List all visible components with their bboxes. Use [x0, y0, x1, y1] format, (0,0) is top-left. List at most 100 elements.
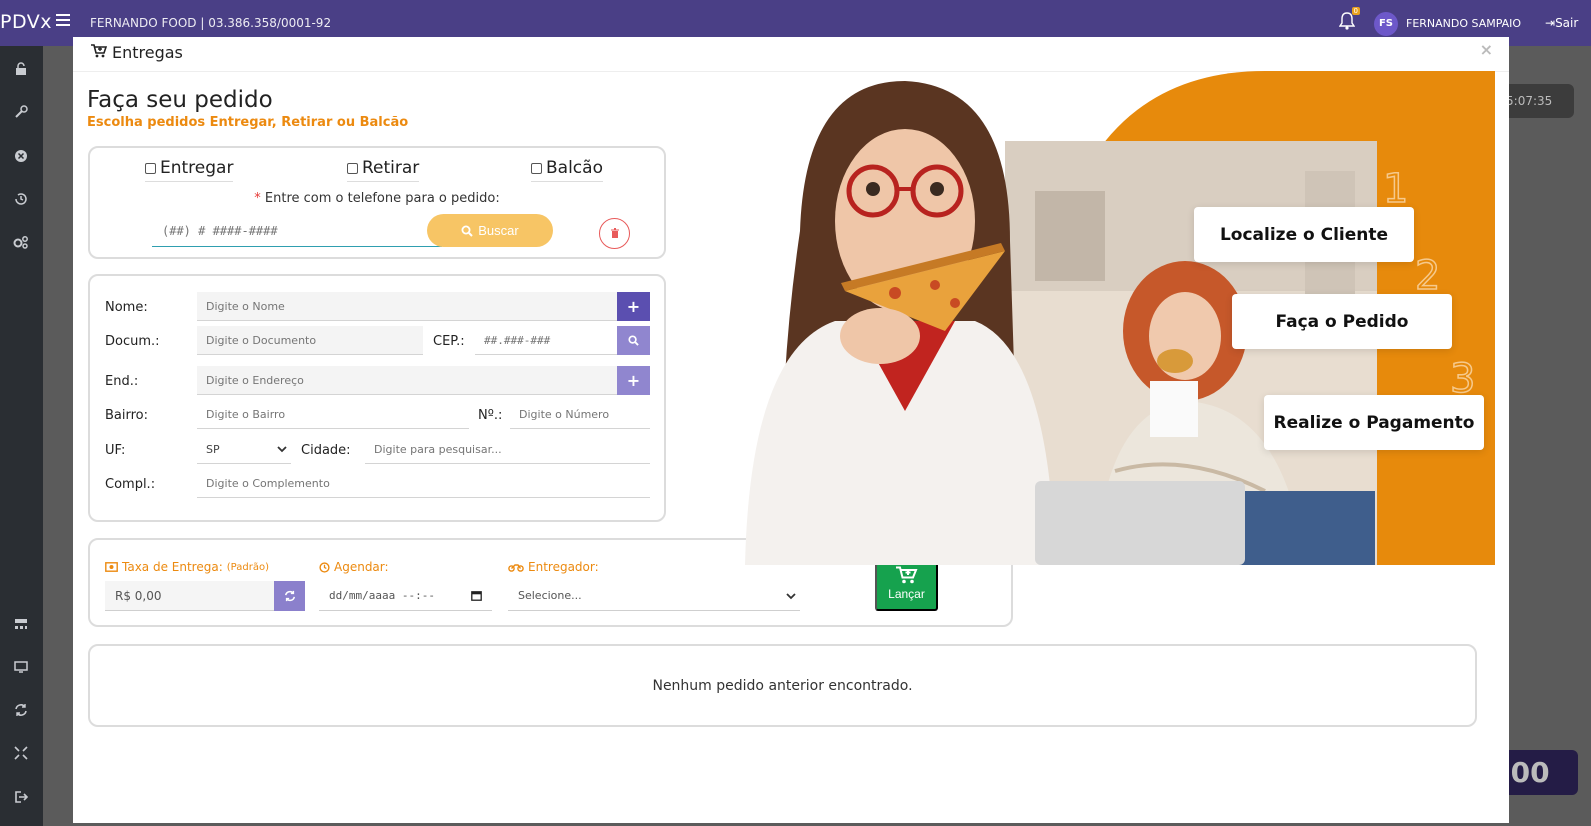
calendar-icon[interactable]: [471, 590, 482, 601]
complemento-input[interactable]: [197, 469, 650, 498]
refresh-fee-button[interactable]: [274, 581, 305, 611]
page-title: Faça seu pedido: [87, 87, 273, 113]
app-brand[interactable]: PDVx: [0, 11, 52, 33]
chevron-down-icon: [277, 446, 287, 453]
entregador-label: Entregador:: [508, 560, 599, 574]
phone-label-text: Entre com o telefone para o pedido:: [264, 191, 500, 206]
bairro-label: Bairro:: [105, 408, 149, 423]
sign-out-icon[interactable]: [12, 790, 30, 808]
checkbox-box[interactable]: [531, 162, 542, 174]
user-name[interactable]: FERNANDO SAMPAIO: [1406, 17, 1521, 30]
phone-input[interactable]: [152, 216, 442, 247]
sitemap-icon[interactable]: [12, 617, 30, 635]
checkbox-retirar[interactable]: Retirar: [347, 158, 420, 182]
step-label: Realize o Pagamento: [1273, 412, 1475, 433]
nome-label: Nome:: [105, 300, 148, 315]
numero-input[interactable]: [510, 400, 650, 429]
phone-label: * Entre com o telefone para o pedido:: [90, 191, 664, 206]
expand-icon[interactable]: [12, 746, 30, 764]
uf-select[interactable]: SP: [197, 435, 291, 464]
documento-label: Docum.:: [105, 334, 160, 349]
refresh-icon[interactable]: [12, 703, 30, 721]
taxa-note: (Padrão): [226, 561, 269, 573]
taxa-label-text: Taxa de Entrega:: [122, 560, 223, 574]
page-subtitle: Escolha pedidos Entregar, Retirar ou Bal…: [87, 115, 409, 130]
user-avatar[interactable]: FS: [1374, 12, 1398, 36]
agendar-label: Agendar:: [319, 560, 389, 574]
hamburger-menu-icon[interactable]: [56, 14, 70, 26]
nome-input[interactable]: [197, 292, 617, 321]
checkbox-label: Retirar: [362, 158, 420, 178]
search-icon: [628, 335, 639, 346]
cogs-icon[interactable]: [12, 235, 30, 253]
plus-icon: +: [626, 297, 641, 316]
motorcycle-icon: [508, 564, 524, 572]
taxa-input[interactable]: R$ 0,00: [105, 581, 274, 611]
search-button-label: Buscar: [478, 223, 519, 238]
add-address-button[interactable]: +: [617, 366, 650, 395]
checkbox-balcao[interactable]: Balcão: [531, 158, 603, 182]
clear-phone-button[interactable]: [599, 218, 630, 249]
monitor-icon[interactable]: [12, 660, 30, 678]
notification-bell-icon[interactable]: 0: [1338, 7, 1360, 30]
company-name: FERNANDO FOOD | 03.386.358/0001-92: [90, 16, 332, 30]
checkbox-box[interactable]: [145, 162, 156, 174]
search-button[interactable]: Buscar: [427, 214, 553, 247]
agendar-placeholder: dd/mm/aaaa --:--: [329, 589, 435, 602]
checkbox-box[interactable]: [347, 162, 358, 174]
numero-label: Nº.:: [478, 408, 503, 423]
step-number: 2: [1414, 252, 1441, 300]
modal-header: Entregas ×: [73, 37, 1509, 72]
sign-out-icon: ⇥: [1545, 16, 1556, 30]
step-label: Faça o Pedido: [1275, 311, 1409, 332]
logout-label: Sair: [1555, 16, 1579, 30]
add-client-button[interactable]: +: [617, 292, 650, 321]
history-icon[interactable]: [12, 192, 30, 210]
entregador-label-text: Entregador:: [528, 560, 599, 574]
clock-icon: [319, 561, 330, 573]
lancar-label: Lançar: [888, 587, 925, 601]
cart-plus-icon: [895, 566, 917, 584]
wrench-icon[interactable]: [12, 105, 30, 123]
empty-history-message: Nenhum pedido anterior encontrado.: [652, 678, 913, 694]
checkbox-entregar[interactable]: Entregar: [145, 158, 234, 182]
entregas-modal: Entregas × Faça seu pedido Escolha pedid…: [73, 37, 1509, 823]
bairro-input[interactable]: [197, 400, 469, 429]
chevron-down-icon: [786, 593, 796, 600]
refresh-icon: [284, 590, 295, 602]
documento-input[interactable]: [197, 326, 423, 355]
cidade-input[interactable]: [365, 435, 650, 464]
cart-plus-icon: [91, 43, 108, 62]
required-mark: *: [254, 191, 261, 206]
step-label: Localize o Cliente: [1219, 224, 1389, 245]
cep-search-button[interactable]: [617, 326, 650, 355]
step-card-localize: Localize o Cliente: [1194, 207, 1414, 262]
taxa-label: Taxa de Entrega: (Padrão): [105, 560, 269, 574]
cidade-label: Cidade:: [301, 443, 351, 458]
modal-title-text: Entregas: [112, 43, 183, 62]
notification-badge: 0: [1351, 7, 1360, 15]
search-icon: [461, 225, 473, 237]
phone-search-panel: Entregar Retirar Balcão * Entre com o te…: [88, 146, 666, 259]
agendar-label-text: Agendar:: [334, 560, 389, 574]
complemento-label: Compl.:: [105, 477, 156, 492]
step-card-pedido: Faça o Pedido: [1232, 294, 1452, 349]
entregador-select[interactable]: Selecione...: [508, 581, 800, 611]
hero-illustration: 1 Localize o Cliente 2 Faça o Pedido 3 R…: [705, 71, 1495, 565]
checkbox-label: Entregar: [160, 158, 234, 178]
endereco-input[interactable]: [197, 366, 617, 395]
close-icon[interactable]: ×: [1480, 40, 1493, 59]
checkbox-label: Balcão: [546, 158, 603, 178]
cep-label: CEP.:: [433, 334, 465, 349]
unlock-icon[interactable]: [12, 62, 30, 80]
times-circle-icon[interactable]: [12, 149, 30, 167]
logout-button[interactable]: ⇥Sair: [1545, 16, 1578, 30]
trash-icon: [610, 228, 619, 238]
money-icon: [105, 562, 118, 572]
cep-input[interactable]: [475, 326, 617, 355]
sidebar: [0, 46, 43, 826]
plus-icon: +: [626, 371, 641, 390]
agendar-input[interactable]: dd/mm/aaaa --:--: [319, 581, 492, 611]
entregador-value: Selecione...: [518, 589, 582, 602]
uf-value: SP: [206, 443, 220, 456]
